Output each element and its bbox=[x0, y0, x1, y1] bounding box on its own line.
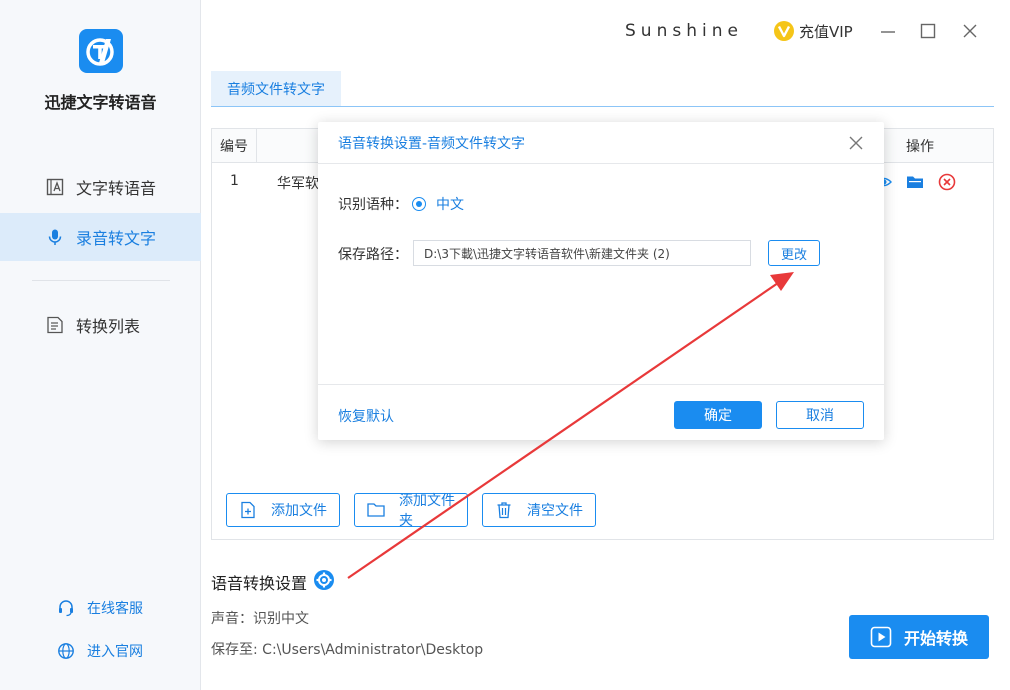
settings-title: 语音转换设置 bbox=[211, 574, 308, 593]
app-name: 迅捷文字转语音 bbox=[44, 93, 157, 112]
cancel-button[interactable]: 取消 bbox=[776, 401, 864, 429]
vip-recharge-button[interactable]: 充值VIP bbox=[773, 20, 853, 42]
settings-section: 语音转换设置 bbox=[211, 569, 335, 595]
start-conversion-button[interactable]: 开始转换 bbox=[849, 615, 989, 659]
user-name: Sunshine bbox=[625, 21, 743, 41]
start-conversion-label: 开始转换 bbox=[903, 629, 968, 648]
play-icon bbox=[870, 626, 892, 648]
dialog-footer-divider bbox=[318, 384, 884, 385]
column-header-number: 编号 bbox=[212, 129, 257, 163]
maximize-icon[interactable] bbox=[919, 22, 937, 40]
vip-label: 充值VIP bbox=[799, 22, 853, 41]
table-row-index: 1 bbox=[230, 173, 239, 189]
voice-info: 声音：识别中文 bbox=[211, 611, 309, 627]
language-radio-chinese[interactable] bbox=[412, 197, 426, 211]
add-file-button[interactable]: 添加文件 bbox=[226, 493, 340, 527]
sidebar-item-text-to-speech[interactable]: 文字转语音 bbox=[0, 163, 201, 211]
trash-icon bbox=[495, 501, 513, 519]
dialog-title-text: 语音转换设置-音频文件转文字 bbox=[338, 135, 526, 152]
tab-underline bbox=[211, 106, 994, 107]
change-path-button[interactable]: 更改 bbox=[768, 240, 820, 266]
headset-icon bbox=[57, 599, 75, 617]
row-operations bbox=[876, 173, 956, 195]
text-document-icon bbox=[46, 178, 64, 196]
minimize-icon[interactable] bbox=[879, 22, 897, 40]
sidebar-item-label: 文字转语音 bbox=[76, 179, 157, 198]
sidebar-divider bbox=[32, 280, 170, 281]
column-header-operation: 操作 bbox=[906, 139, 934, 155]
language-row: 识别语种： 中文 bbox=[338, 194, 464, 214]
restore-default-link[interactable]: 恢复默认 bbox=[338, 406, 394, 426]
side-link-label: 在线客服 bbox=[87, 601, 143, 617]
delete-icon[interactable] bbox=[938, 173, 956, 195]
folder-icon bbox=[367, 501, 385, 519]
clear-files-button[interactable]: 清空文件 bbox=[482, 493, 596, 527]
dialog-close-icon[interactable] bbox=[848, 135, 864, 151]
language-radio-label: 中文 bbox=[436, 197, 464, 213]
sidebar-item-speech-to-text[interactable]: 录音转文字 bbox=[0, 213, 201, 261]
add-folder-button[interactable]: 添加文件夹 bbox=[354, 493, 468, 529]
dialog-title: 语音转换设置-音频文件转文字 bbox=[318, 122, 884, 164]
side-link-label: 进入官网 bbox=[87, 644, 143, 660]
globe-icon bbox=[57, 642, 75, 660]
official-site-link[interactable]: 进入官网 bbox=[57, 641, 143, 661]
online-support-link[interactable]: 在线客服 bbox=[57, 598, 143, 618]
settings-dialog: 语音转换设置-音频文件转文字 识别语种： 中文 保存路径： 更改 恢复默认 确定… bbox=[318, 122, 884, 440]
sidebar-item-conversion-list[interactable]: 转换列表 bbox=[0, 301, 201, 349]
sidebar-item-label: 录音转文字 bbox=[76, 229, 157, 248]
vip-badge-icon bbox=[773, 20, 795, 42]
close-icon[interactable] bbox=[961, 22, 979, 40]
add-file-icon bbox=[239, 501, 257, 519]
app-logo-icon bbox=[79, 29, 123, 73]
list-document-icon bbox=[46, 316, 64, 334]
add-folder-label: 添加文件夹 bbox=[399, 493, 455, 529]
save-path-info: 保存至: C:\Users\Administrator\Desktop bbox=[211, 642, 484, 658]
language-label: 识别语种： bbox=[338, 197, 408, 213]
gear-icon[interactable] bbox=[313, 569, 335, 595]
table-row-filename: 华军软 bbox=[277, 176, 319, 192]
save-path-row: 保存路径： bbox=[338, 244, 408, 264]
ok-button[interactable]: 确定 bbox=[674, 401, 762, 429]
add-file-label: 添加文件 bbox=[271, 503, 327, 519]
tab-audio-to-text[interactable]: 音频文件转文字 bbox=[211, 71, 341, 106]
microphone-icon bbox=[46, 228, 64, 246]
open-folder-icon[interactable] bbox=[906, 174, 924, 194]
sidebar: 迅捷文字转语音 文字转语音 录音转文字 转换列表 在线客服 进入官网 bbox=[0, 0, 201, 690]
sidebar-item-label: 转换列表 bbox=[76, 317, 141, 336]
clear-files-label: 清空文件 bbox=[527, 503, 583, 519]
save-path-input[interactable] bbox=[413, 240, 751, 266]
save-path-label: 保存路径： bbox=[338, 247, 408, 263]
